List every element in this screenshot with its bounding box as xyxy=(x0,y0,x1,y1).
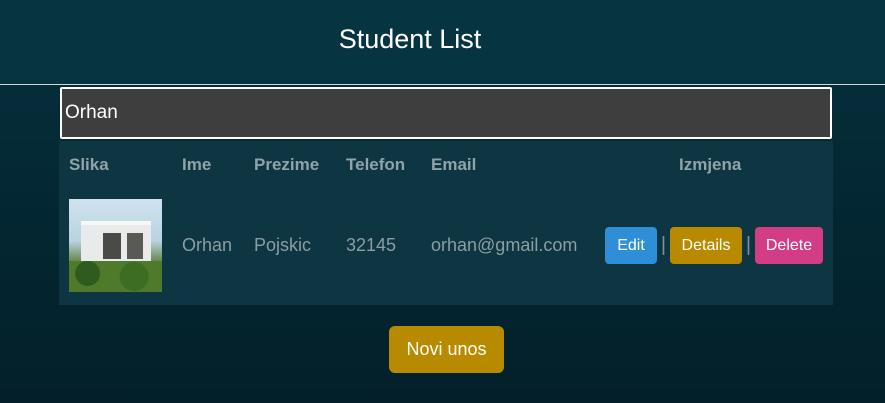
column-header-izmjena: Izmjena xyxy=(679,155,742,174)
table-header-row: Slika Ime Prezime Telefon Email Izmjena xyxy=(59,141,833,189)
action-separator: | xyxy=(745,234,752,256)
edit-button[interactable]: Edit xyxy=(605,227,657,264)
column-header-telefon: Telefon xyxy=(346,155,406,174)
table-row: Orhan Pojskic 32145 orhan@gmail.com Edit… xyxy=(59,189,833,302)
cell-slika xyxy=(59,189,182,302)
action-separator: | xyxy=(660,234,667,256)
photo-garden xyxy=(69,261,162,292)
details-button[interactable]: Details xyxy=(670,227,742,264)
page-title: Student List xyxy=(338,24,482,54)
column-header-ime: Ime xyxy=(182,155,212,174)
cell-telefon: 32145 xyxy=(346,235,397,255)
cell-prezime: Pojskic xyxy=(254,235,312,255)
cell-actions: Edit | Details | Delete xyxy=(605,189,833,302)
student-photo xyxy=(69,199,162,292)
cell-email: orhan@gmail.com xyxy=(431,235,578,255)
photo-window xyxy=(103,233,121,259)
photo-window xyxy=(127,233,143,259)
new-entry-button[interactable]: Novi unos xyxy=(389,326,504,373)
row-actions: Edit | Details | Delete xyxy=(605,227,833,264)
column-header-slika: Slika xyxy=(69,155,109,174)
column-header-prezime: Prezime xyxy=(254,155,320,174)
header-bar: Student List xyxy=(0,0,885,85)
cell-ime: Orhan xyxy=(182,235,233,255)
column-header-email: Email xyxy=(431,155,477,174)
student-table: Slika Ime Prezime Telefon Email Izmjena xyxy=(59,141,833,305)
delete-button[interactable]: Delete xyxy=(755,227,823,264)
search-input[interactable] xyxy=(60,87,832,139)
